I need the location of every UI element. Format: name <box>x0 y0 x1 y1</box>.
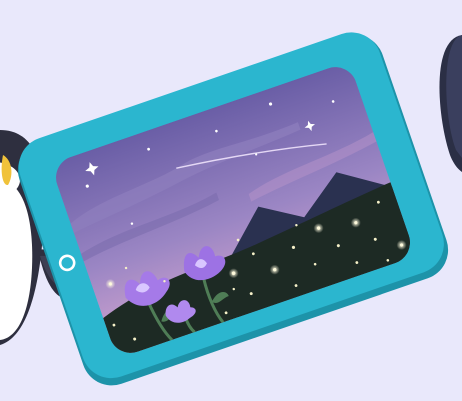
tablet-device <box>17 32 449 386</box>
right-character <box>439 35 462 172</box>
tablet-screen <box>50 61 416 359</box>
scene-drawing <box>0 32 462 386</box>
illustration-scene <box>0 0 462 401</box>
